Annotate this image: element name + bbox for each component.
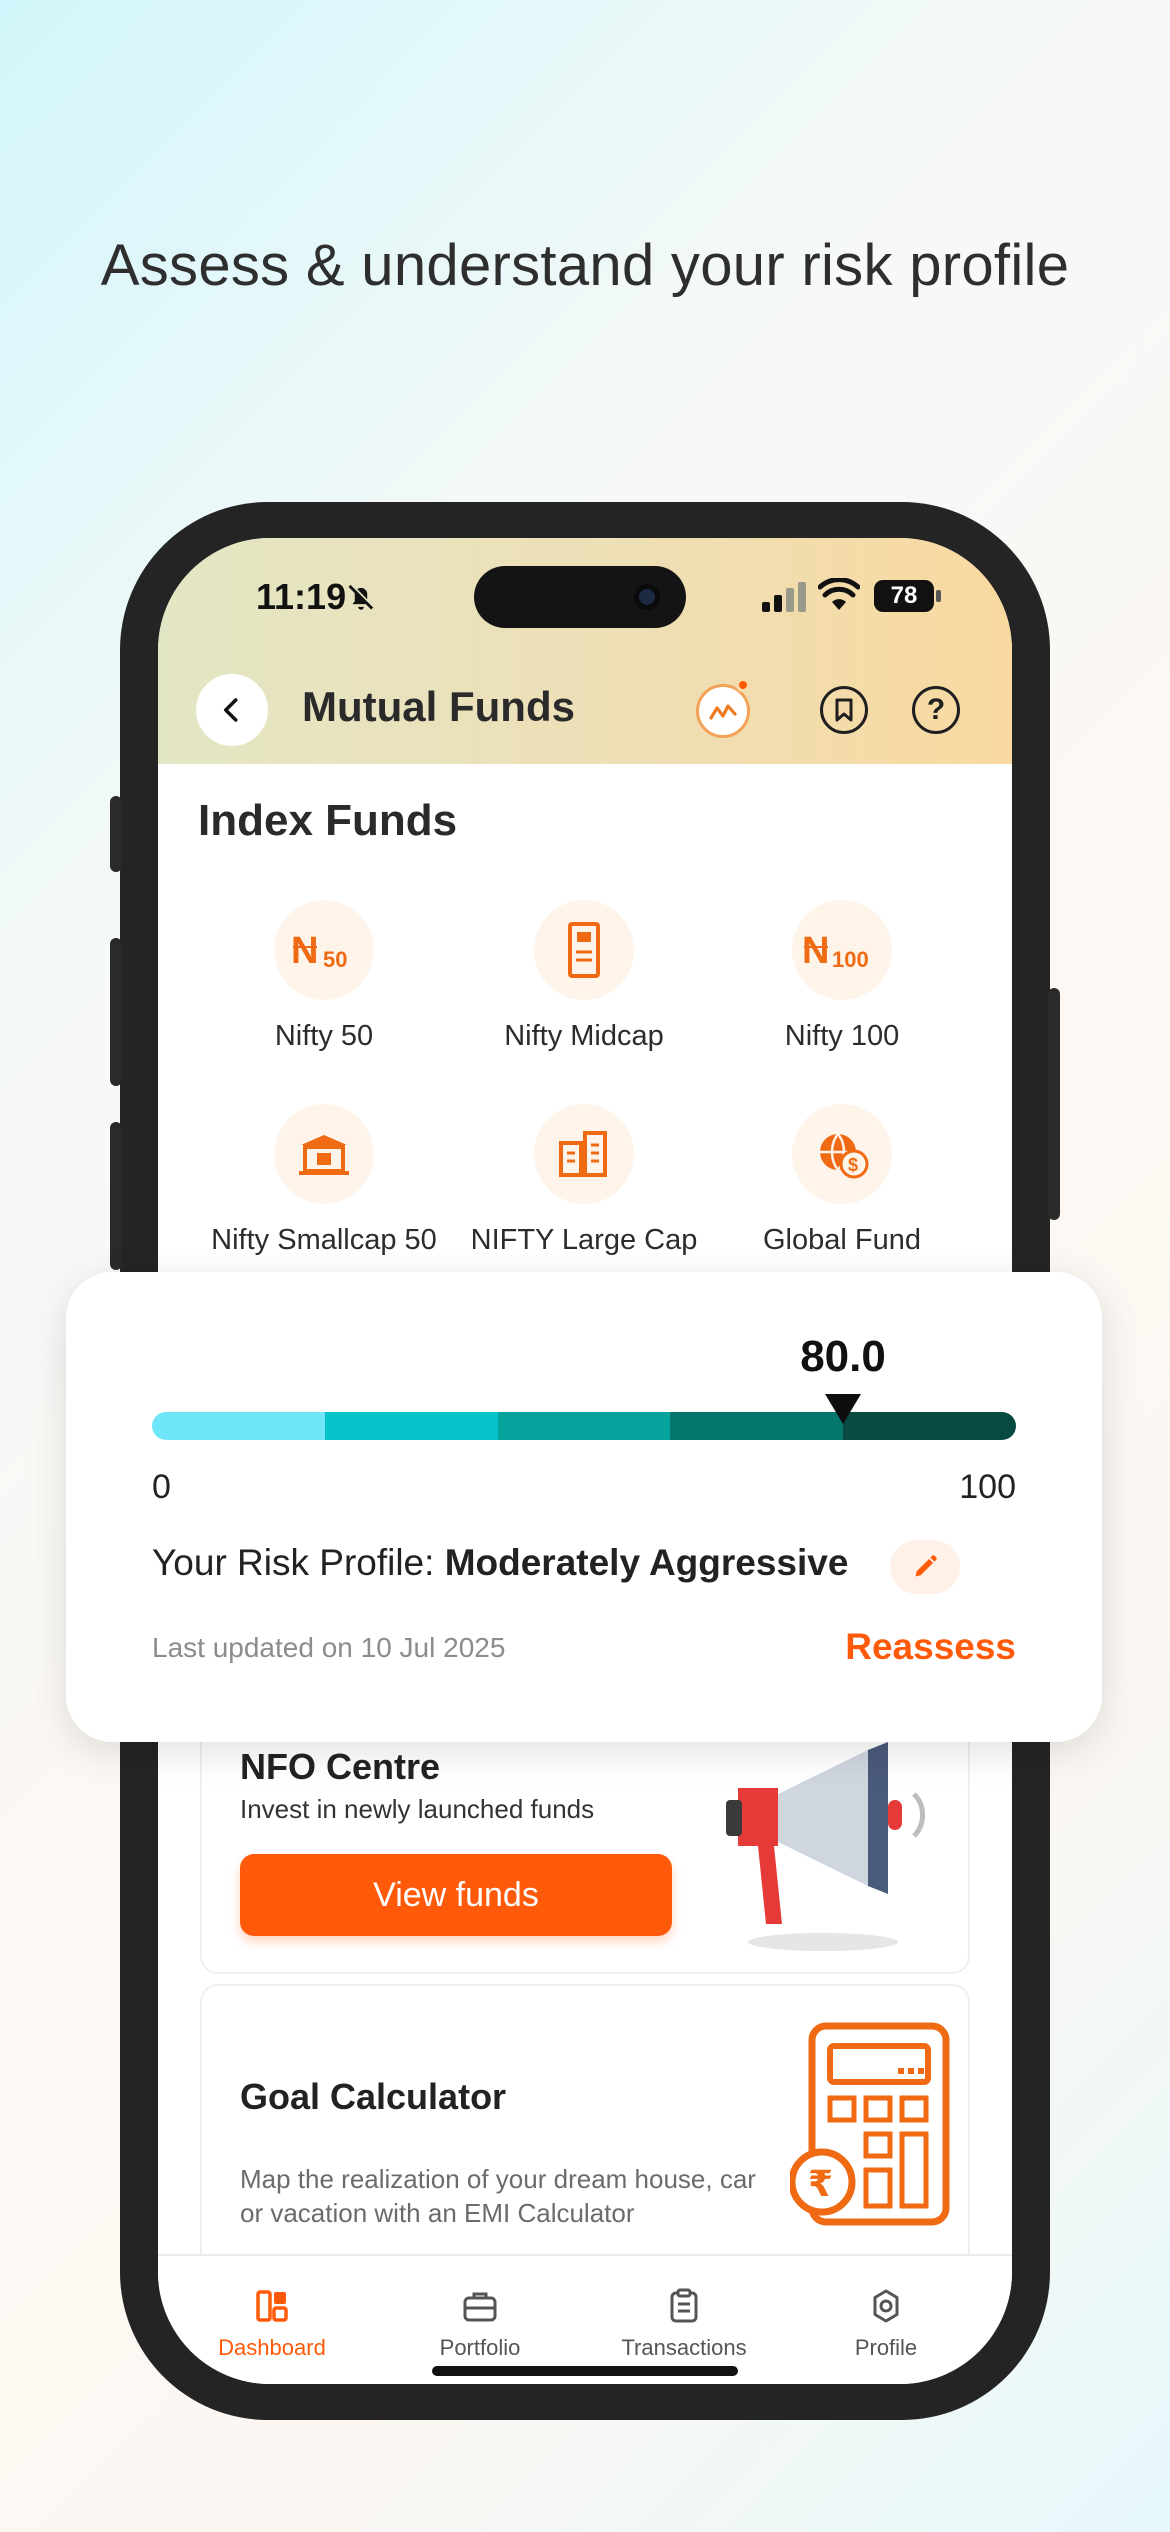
risk-segment — [843, 1412, 1016, 1440]
fund-tile-global-fund[interactable]: $ Global Fund — [712, 1104, 972, 1257]
fund-tile-nifty-midcap[interactable]: Nifty Midcap — [454, 900, 714, 1053]
megaphone-icon — [726, 1742, 926, 1951]
svg-text:100: 100 — [832, 947, 869, 972]
fund-label: NIFTY Large Cap — [470, 1224, 698, 1256]
nfo-title: NFO Centre — [240, 1746, 441, 1787]
reassess-link[interactable]: Reassess — [845, 1626, 1016, 1668]
notification-dot — [736, 678, 750, 692]
gear-icon — [873, 2289, 899, 2323]
trend-chart-icon — [709, 704, 737, 720]
nifty-smallcap-icon — [274, 1104, 374, 1204]
phone-volume-up — [110, 938, 122, 1086]
clipboard-list-icon — [670, 2288, 698, 2323]
home-indicator — [432, 2366, 738, 2376]
wifi-icon — [818, 578, 860, 610]
svg-text:50: 50 — [323, 947, 347, 972]
view-funds-button[interactable]: View funds — [240, 1854, 672, 1936]
risk-profile-card: 80.0 0 100 Your Risk Profile: Moderately… — [66, 1272, 1102, 1742]
cellular-signal-icon — [762, 582, 806, 612]
tab-portfolio[interactable]: Portfolio — [380, 2286, 580, 2361]
risk-segment — [324, 1412, 498, 1440]
header-bar: 11:19 78 Mutual Funds ? — [158, 538, 1012, 764]
fund-label: Nifty 100 — [784, 1020, 900, 1052]
scale-min-label: 0 — [152, 1468, 171, 1506]
tab-dashboard[interactable]: Dashboard — [172, 2286, 372, 2361]
fund-label: Nifty Smallcap 50 — [211, 1224, 437, 1256]
fund-tile-nifty-100[interactable]: N 100 Nifty 100 — [712, 900, 972, 1053]
risk-segment — [152, 1412, 325, 1440]
tab-label: Profile — [854, 2335, 918, 2360]
bookmark-button[interactable] — [820, 686, 868, 734]
risk-label-value: Moderately Aggressive — [444, 1542, 849, 1583]
fund-tile-nifty-50[interactable]: N 50 Nifty 50 — [194, 900, 454, 1053]
edit-risk-button[interactable] — [890, 1540, 960, 1594]
globe-dollar-icon: $ — [792, 1104, 892, 1204]
fund-tile-nifty-large-cap[interactable]: NIFTY Large Cap — [454, 1104, 714, 1257]
tab-profile[interactable]: Profile — [786, 2286, 986, 2361]
fund-label: Nifty Midcap — [504, 1020, 664, 1052]
back-button[interactable] — [196, 674, 268, 746]
dashboard-icon — [256, 2290, 288, 2322]
nifty-midcap-icon — [534, 900, 634, 1000]
risk-scale-bar — [152, 1412, 1016, 1440]
scale-max-label: 100 — [959, 1468, 1016, 1506]
svg-text:N: N — [802, 930, 829, 972]
question-mark-icon: ? — [926, 693, 946, 726]
headline: Assess & understand your risk profile — [100, 233, 1070, 298]
svg-text:$: $ — [848, 1155, 858, 1175]
tab-label: Transactions — [621, 2335, 747, 2360]
tab-label: Portfolio — [439, 2335, 521, 2360]
dynamic-island — [474, 566, 686, 628]
bookmark-icon — [835, 698, 853, 722]
goal-title: Goal Calculator — [240, 2076, 507, 2117]
battery-tip — [936, 590, 941, 602]
page-title: Mutual Funds — [302, 683, 575, 730]
nifty-large-cap-icon — [534, 1104, 634, 1204]
risk-score-marker — [825, 1394, 862, 1424]
phone-action-button — [110, 796, 122, 872]
bell-muted-icon — [348, 583, 375, 610]
battery-indicator: 78 — [874, 580, 934, 612]
fund-label: Global Fund — [763, 1224, 921, 1256]
phone-power-button — [1048, 988, 1060, 1220]
index-funds-title: Index Funds — [198, 796, 458, 845]
nfo-subtitle: Invest in newly launched funds — [240, 1794, 595, 1824]
last-updated-text: Last updated on 10 Jul 2025 — [152, 1632, 506, 1663]
front-camera — [634, 584, 660, 610]
goal-description: Map the realization of your dream house,… — [240, 2164, 756, 2228]
status-time: 11:19 — [256, 576, 347, 617]
briefcase-icon — [463, 2292, 497, 2322]
svg-text:₹: ₹ — [808, 2164, 833, 2205]
pencil-icon — [915, 1555, 937, 1577]
bottom-tab-bar: Dashboard Portfolio Transactions Profile — [158, 2254, 1012, 2384]
risk-score: 80.0 — [800, 1332, 886, 1381]
calculator-rupee-icon: ₹ — [790, 2022, 950, 2226]
nifty-100-icon: N 100 — [792, 900, 892, 1000]
fund-tile-nifty-smallcap-50[interactable]: Nifty Smallcap 50 — [194, 1104, 454, 1257]
fund-label: Nifty 50 — [274, 1020, 374, 1052]
risk-segment — [670, 1412, 844, 1440]
market-tracker-button[interactable] — [696, 684, 750, 738]
chevron-left-icon — [224, 698, 238, 722]
tab-label: Dashboard — [218, 2335, 326, 2360]
svg-text:N: N — [291, 930, 318, 972]
risk-label-prefix: Your Risk Profile: — [152, 1542, 445, 1583]
tab-transactions[interactable]: Transactions — [584, 2286, 784, 2361]
nifty-50-icon: N 50 — [274, 900, 374, 1000]
phone-volume-down — [110, 1122, 122, 1270]
risk-segment — [497, 1412, 671, 1440]
risk-profile-label: Your Risk Profile: Moderately Aggressive — [152, 1542, 848, 1584]
help-button[interactable]: ? — [912, 686, 960, 734]
